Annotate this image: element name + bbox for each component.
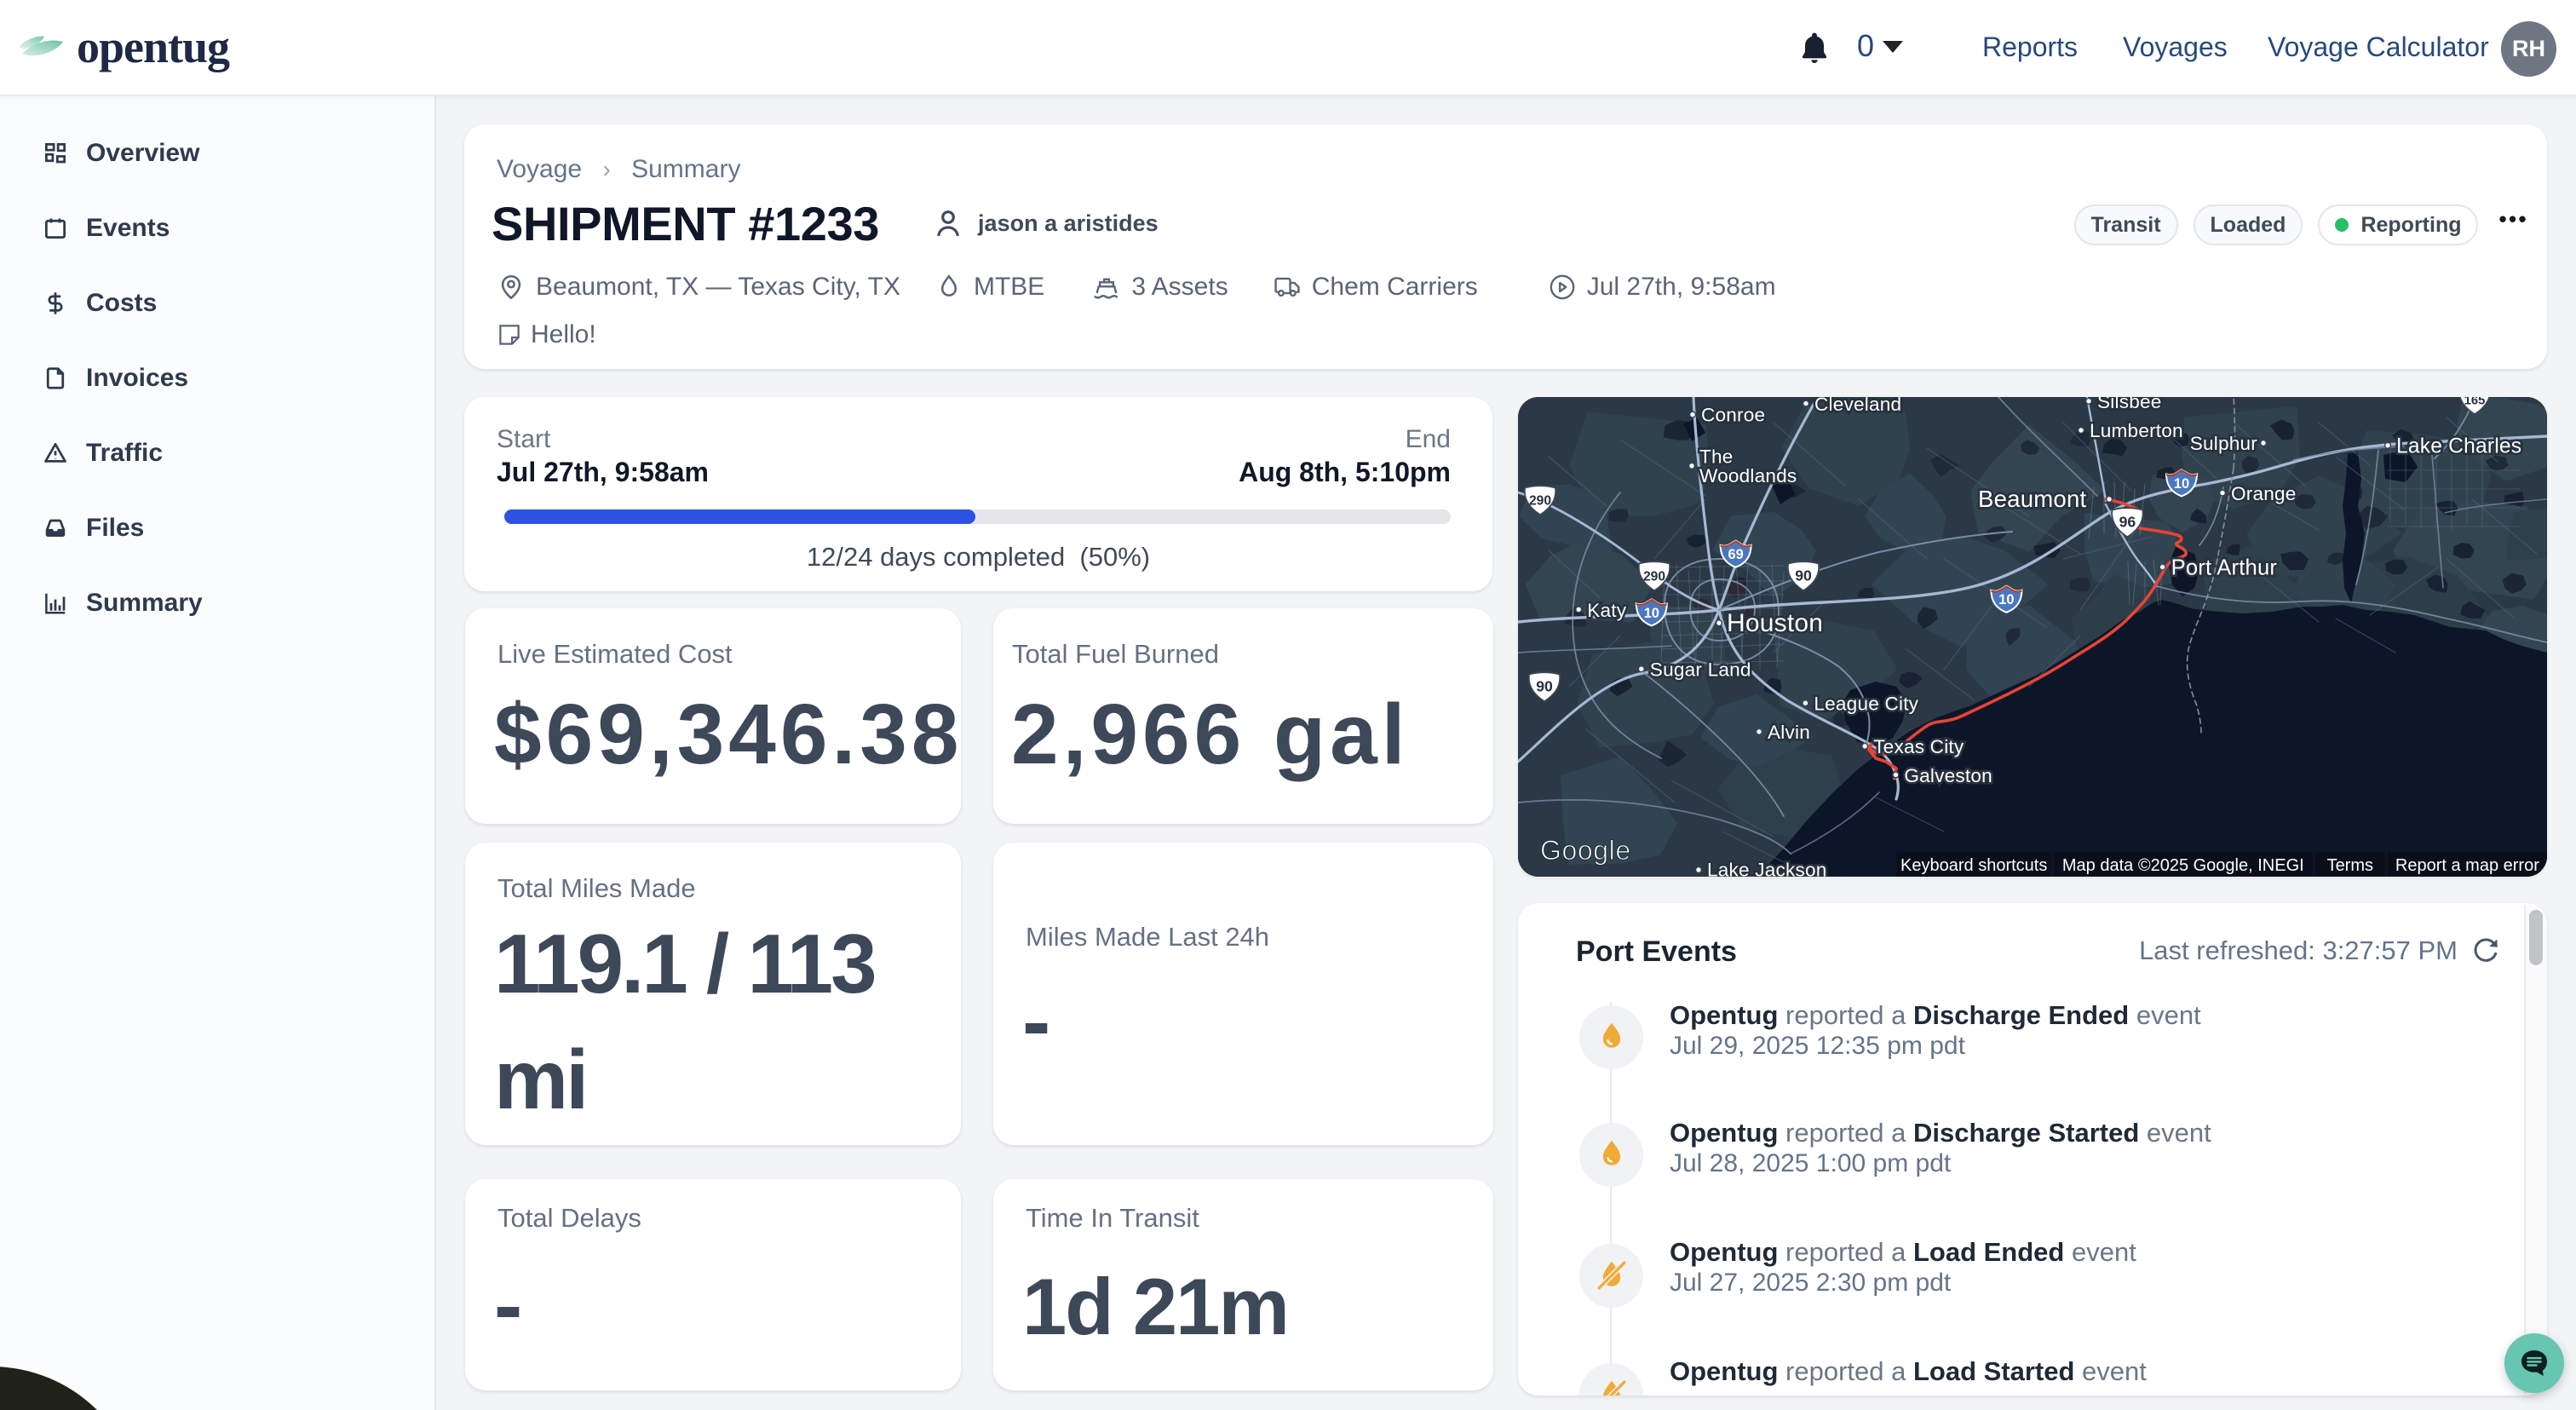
svg-text:Silsbee: Silsbee: [2097, 397, 2162, 412]
svg-text:Map data ©2025 Google, INEGI: Map data ©2025 Google, INEGI: [2062, 856, 2304, 875]
svg-text:Beaumont: Beaumont: [1978, 486, 2087, 512]
svg-text:Sugar Land: Sugar Land: [1650, 659, 1751, 681]
svg-text:Google: Google: [1540, 835, 1631, 866]
svg-text:290: 290: [1643, 570, 1665, 584]
svg-text:10: 10: [2174, 476, 2189, 492]
svg-text:Houston: Houston: [1727, 609, 1823, 637]
svg-text:League City: League City: [1814, 693, 1918, 715]
svg-text:Orange: Orange: [2231, 483, 2297, 504]
svg-text:Keyboard shortcuts: Keyboard shortcuts: [1900, 856, 2047, 875]
svg-text:Port Arthur: Port Arthur: [2171, 556, 2278, 580]
svg-text:290: 290: [1529, 494, 1551, 509]
svg-text:Texas City: Texas City: [1873, 736, 1964, 757]
svg-text:Sulphur: Sulphur: [2190, 433, 2258, 454]
svg-text:Lumberton: Lumberton: [2090, 420, 2183, 441]
svg-text:Alvin: Alvin: [1768, 722, 1810, 743]
svg-text:90: 90: [1536, 678, 1553, 695]
svg-text:10: 10: [1644, 606, 1659, 621]
svg-text:Terms: Terms: [2327, 856, 2373, 875]
svg-text:96: 96: [2119, 514, 2136, 531]
svg-text:Katy: Katy: [1587, 600, 1627, 621]
svg-text:90: 90: [1795, 567, 1812, 584]
svg-text:165: 165: [2464, 397, 2486, 408]
svg-text:Cleveland: Cleveland: [1814, 397, 1901, 415]
svg-text:Conroe: Conroe: [1701, 405, 1765, 426]
svg-text:Report a map error: Report a map error: [2395, 856, 2539, 875]
svg-text:Lake Jackson: Lake Jackson: [1707, 860, 1827, 877]
svg-text:69: 69: [1728, 547, 1743, 562]
svg-text:The: The: [1699, 446, 1734, 468]
svg-text:Galveston: Galveston: [1904, 765, 1992, 786]
svg-text:Lake Charles: Lake Charles: [2396, 435, 2521, 458]
svg-text:10: 10: [1998, 592, 2014, 607]
svg-text:Woodlands: Woodlands: [1699, 465, 1797, 486]
